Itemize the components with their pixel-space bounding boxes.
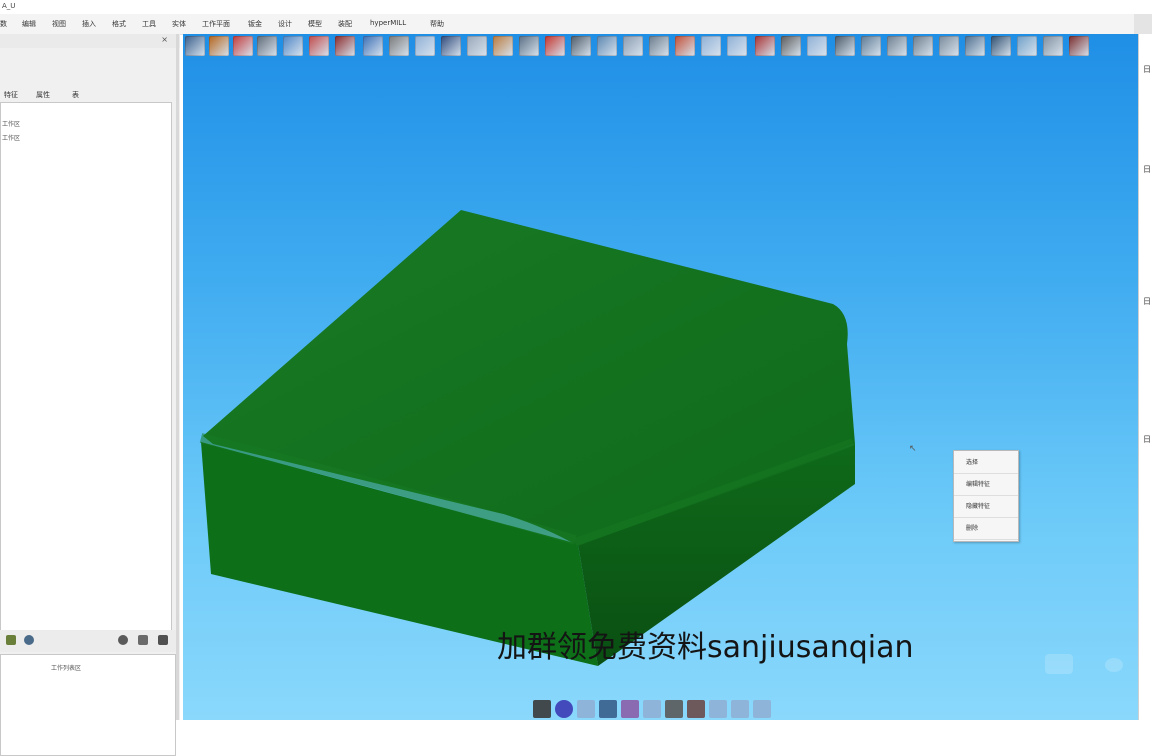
edit-icon[interactable] xyxy=(6,635,16,645)
blank-icon[interactable] xyxy=(709,700,727,718)
feature-panel-header: × xyxy=(0,34,180,48)
mouse-cursor-icon: ↖ xyxy=(909,444,917,454)
feature-panel: × 特征 属性表 工作区 工作区 工作列表区 xyxy=(0,34,180,756)
green-box-model[interactable] xyxy=(183,34,1138,720)
context-menu: 选择编辑特征隐藏特征删除 xyxy=(953,450,1019,542)
blank-icon[interactable] xyxy=(577,700,595,718)
watermark-text: 加群领免费资料sanjiusanqian xyxy=(497,630,914,665)
view-icon[interactable] xyxy=(118,635,128,645)
context-menu-item-label: 编辑特征 xyxy=(966,481,991,488)
right-panel-marker[interactable]: 日 xyxy=(1143,434,1151,445)
settings-icon[interactable] xyxy=(24,635,34,645)
pin-icon[interactable] xyxy=(687,700,705,718)
context-menu-item[interactable]: 隐藏特征 xyxy=(954,495,1018,518)
menu-scroll-strip xyxy=(1134,14,1152,34)
blank-icon[interactable] xyxy=(731,700,749,718)
context-menu-item-label: 选择 xyxy=(966,459,979,466)
context-menu-item-label: 删除 xyxy=(966,525,979,532)
panel-divider[interactable] xyxy=(176,34,179,720)
menu-item[interactable]: 插入 xyxy=(82,19,96,29)
overlay-icon xyxy=(1045,654,1073,674)
list-icon[interactable] xyxy=(138,635,148,645)
context-menu-item[interactable]: 删除 xyxy=(954,517,1018,540)
context-menu-item-label: 隐藏特征 xyxy=(966,503,991,510)
work-list-area: 工作列表区 xyxy=(0,654,176,756)
overlay-icon xyxy=(1105,658,1123,672)
blank-icon[interactable] xyxy=(643,700,661,718)
bottom-toolbar xyxy=(531,698,791,720)
brush-icon[interactable] xyxy=(665,700,683,718)
title-bar: A_U xyxy=(0,0,1152,14)
tab[interactable]: 属性 xyxy=(36,90,50,100)
menu-item[interactable]: 编辑 xyxy=(22,19,36,29)
tree-item[interactable]: 工作区 xyxy=(2,133,20,142)
tree-item[interactable]: 工作区 xyxy=(2,119,20,128)
menu-item[interactable]: 工作平面 xyxy=(202,19,230,29)
context-menu-item[interactable]: 选择 xyxy=(954,451,1018,474)
close-icon[interactable]: × xyxy=(161,35,168,44)
menu-item[interactable]: 设计 xyxy=(278,19,292,29)
menu-item[interactable]: 工具 xyxy=(142,19,156,29)
blank-icon[interactable] xyxy=(753,700,771,718)
right-panel-marker[interactable]: 日 xyxy=(1143,64,1151,75)
window-title: A_U xyxy=(2,2,16,10)
context-menu-item[interactable]: 编辑特征 xyxy=(954,473,1018,496)
right-panel-marker[interactable]: 日 xyxy=(1143,296,1151,307)
tab[interactable]: 表 xyxy=(72,90,79,100)
tab[interactable]: 特征 xyxy=(4,90,18,100)
menu-item[interactable]: 数 xyxy=(0,19,7,29)
grid-icon[interactable] xyxy=(158,635,168,645)
pen-icon[interactable] xyxy=(599,700,617,718)
menu-item[interactable]: hyperMILL xyxy=(370,19,406,27)
pen-icon[interactable] xyxy=(621,700,639,718)
globe-icon[interactable] xyxy=(555,700,573,718)
menu-item[interactable]: 模型 xyxy=(308,19,322,29)
right-panel-marker[interactable]: 日 xyxy=(1143,164,1151,175)
menu-bar: 数 编辑 视图 插入 格式 工具 实体 工作平面 钣金 设计 模型 装配 hyperMILL 帮助 xyxy=(0,14,1152,35)
menu-item[interactable]: 格式 xyxy=(112,19,126,29)
feature-tree[interactable]: 工作区 工作区 xyxy=(0,102,172,632)
menu-item[interactable]: 实体 xyxy=(172,19,186,29)
menu-item[interactable]: 帮助 xyxy=(430,19,444,29)
panel-toolbar xyxy=(0,630,178,652)
menu-item[interactable]: 钣金 xyxy=(248,19,262,29)
right-panel: 日日日日 xyxy=(1138,34,1152,720)
menu-item[interactable]: 视图 xyxy=(52,19,66,29)
3d-viewport[interactable]: ↖ 选择编辑特征隐藏特征删除 加群领免费资料sanjiusanqian xyxy=(183,34,1138,720)
solid-icon[interactable] xyxy=(533,700,551,718)
work-list-label: 工作列表区 xyxy=(51,665,82,672)
menu-item[interactable]: 装配 xyxy=(338,19,352,29)
